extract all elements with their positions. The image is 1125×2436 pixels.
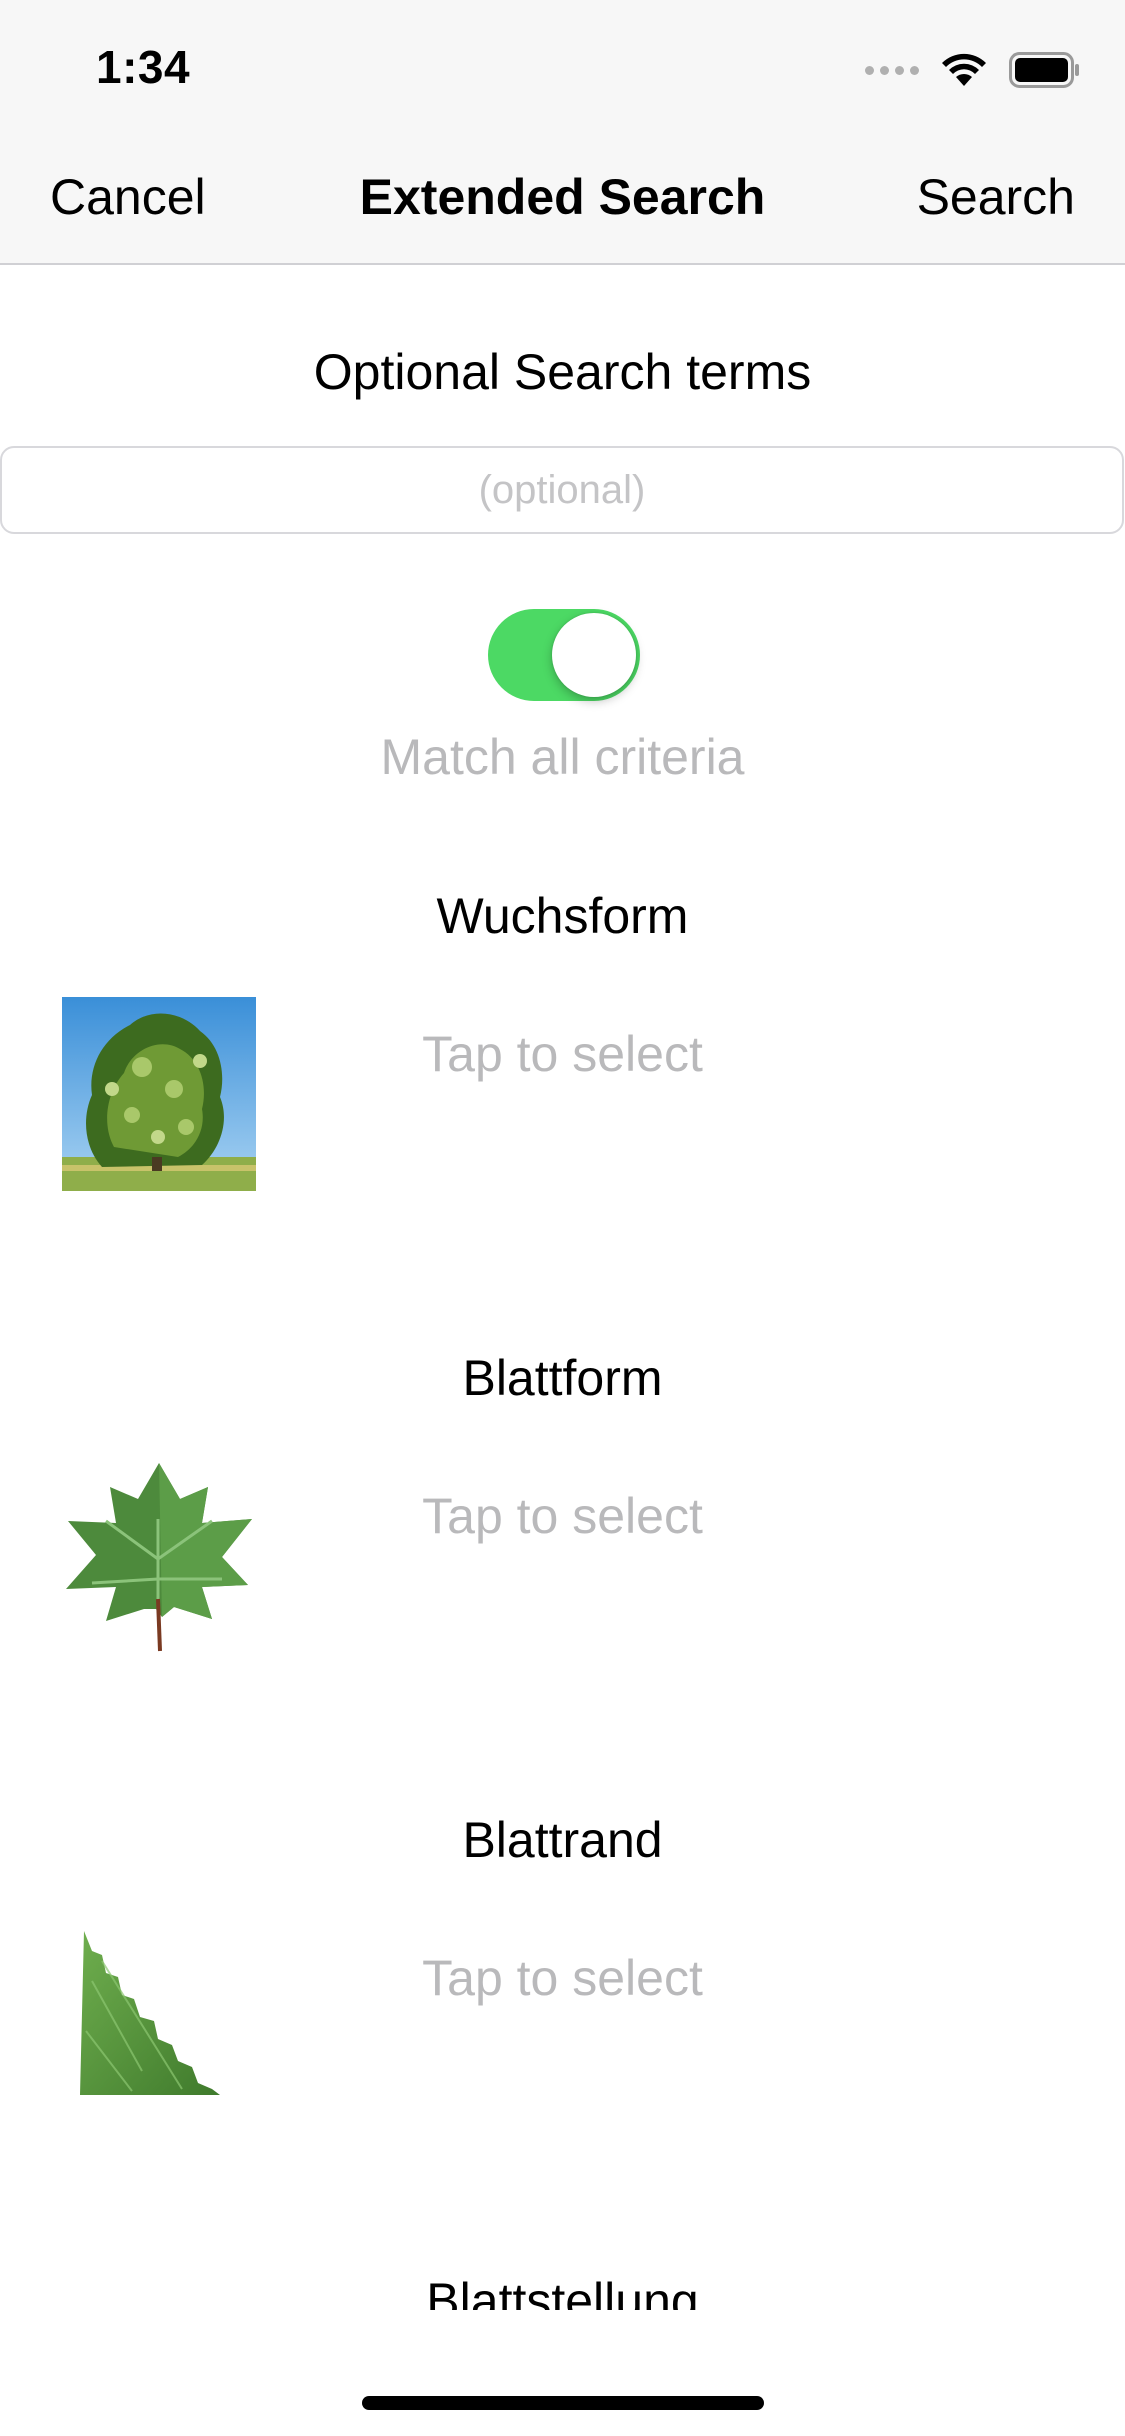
- status-indicators: [865, 48, 1081, 92]
- match-all-toggle[interactable]: [488, 609, 640, 701]
- criterion-heading-wuchsform: Wuchsform: [436, 888, 689, 944]
- extended-search-screen: 1:34 Cancel Extended Search Search Optio…: [0, 0, 1125, 2436]
- criterion-heading-blattform: Blattform: [462, 1350, 663, 1406]
- wuchsform-select[interactable]: Tap to select: [0, 1025, 1125, 1083]
- navigation-header: 1:34 Cancel Extended Search Search: [0, 0, 1125, 265]
- status-time: 1:34: [96, 41, 191, 93]
- criterion-heading-blattrand: Blattrand: [462, 1812, 663, 1868]
- criterion-heading-blattstellung: Blattstellung: [426, 2273, 699, 2310]
- battery-icon: [1009, 52, 1081, 88]
- wifi-icon: [941, 52, 987, 88]
- cellular-signal-icon: [865, 65, 919, 75]
- blattrand-select[interactable]: Tap to select: [0, 1949, 1125, 2007]
- search-terms-heading: Optional Search terms: [313, 344, 812, 400]
- search-button[interactable]: Search: [917, 168, 1075, 226]
- match-all-label: Match all criteria: [380, 729, 745, 785]
- home-indicator[interactable]: [362, 2396, 764, 2410]
- search-terms-input[interactable]: [0, 446, 1124, 534]
- toggle-knob: [552, 613, 636, 697]
- blattform-select[interactable]: Tap to select: [0, 1487, 1125, 1545]
